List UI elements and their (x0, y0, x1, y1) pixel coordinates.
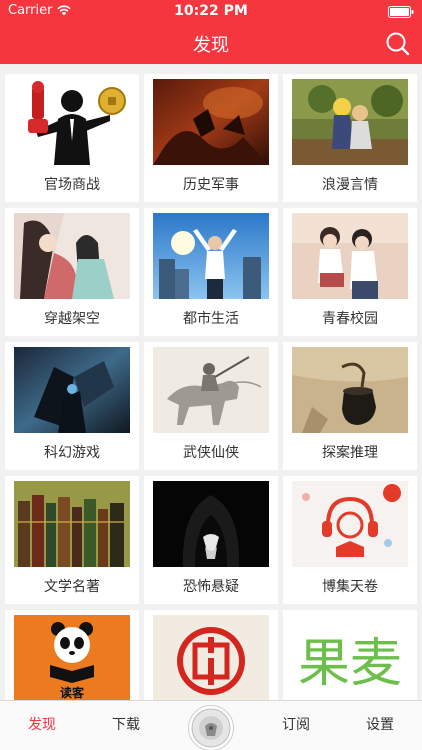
category-card-urban[interactable]: 都市生活 (144, 208, 278, 336)
category-cover (292, 481, 408, 567)
headphone-logo-image (292, 481, 408, 567)
category-card-detective[interactable]: 探案推理 (283, 342, 417, 470)
category-card-campus[interactable]: 青春校园 (283, 208, 417, 336)
category-cover: 果麦 (292, 615, 408, 700)
wuxia-horse-image (153, 347, 269, 433)
category-label: 浪漫言情 (322, 177, 378, 193)
page-title: 发现 (193, 35, 229, 56)
category-label: 博集天卷 (322, 579, 378, 595)
category-cover (153, 213, 269, 299)
tab-download[interactable]: 下载 (84, 701, 168, 750)
category-cover (292, 213, 408, 299)
category-cover (14, 481, 130, 567)
category-cover (153, 481, 269, 567)
category-label: 都市生活 (183, 311, 239, 327)
category-card-scifi[interactable]: 科幻游戏 (5, 342, 139, 470)
category-card-guomai[interactable]: 果麦 (283, 610, 417, 700)
category-cover (153, 347, 269, 433)
school-couple-image (292, 213, 408, 299)
search-button[interactable] (384, 30, 412, 58)
scifi-game-image (14, 347, 130, 433)
category-label: 历史军事 (183, 177, 239, 193)
tab-discover[interactable]: 发现 (0, 701, 84, 750)
tab-settings[interactable]: 设置 (338, 701, 422, 750)
category-label: 文学名著 (44, 579, 100, 595)
category-cover: 读客 (14, 615, 130, 700)
tab-subscribe[interactable]: 订阅 (254, 701, 338, 750)
category-card-citic[interactable] (144, 610, 278, 700)
category-cover (14, 347, 130, 433)
category-card-history[interactable]: 历史军事 (144, 74, 278, 202)
category-list[interactable]: 官场商战 历史军事 浪漫言情 穿越架空 都市生活 青春校园 科幻游戏 武侠仙侠 … (0, 64, 422, 700)
category-cover (153, 615, 269, 700)
app-root: Carrier 10:22 PM 发现 官场商战 历史军事 浪漫言情 穿越架空 … (0, 0, 422, 750)
now-playing-disc-icon (191, 708, 231, 748)
battle-painting-image (153, 79, 269, 165)
category-label: 恐怖悬疑 (183, 579, 239, 595)
category-label: 穿越架空 (44, 311, 100, 327)
search-icon (386, 32, 410, 56)
category-card-romance[interactable]: 浪漫言情 (283, 74, 417, 202)
category-card-wuxia[interactable]: 武侠仙侠 (144, 342, 278, 470)
category-label: 科幻游戏 (44, 445, 100, 461)
green-brand-logo-image: 果麦 (292, 615, 408, 700)
panda-reader-logo-image: 读客 (14, 615, 130, 700)
category-card-horror[interactable]: 恐怖悬疑 (144, 476, 278, 604)
hooded-figure-image (153, 481, 269, 567)
detective-pipe-image (292, 347, 408, 433)
category-label: 武侠仙侠 (183, 445, 239, 461)
category-card-timetravel[interactable]: 穿越架空 (5, 208, 139, 336)
category-grid: 官场商战 历史军事 浪漫言情 穿越架空 都市生活 青春校园 科幻游戏 武侠仙侠 … (0, 64, 422, 700)
category-card-officialdom[interactable]: 官场商战 (5, 74, 139, 202)
category-card-duke[interactable]: 读客 (5, 610, 139, 700)
green-logo-text: 果麦 (298, 634, 402, 694)
tab-bar: 发现 下载 订阅 设置 (0, 700, 422, 750)
battery-icon (388, 6, 414, 18)
category-cover (14, 79, 130, 165)
anime-couple-image (292, 79, 408, 165)
category-cover (292, 79, 408, 165)
status-time: 10:22 PM (174, 3, 248, 19)
category-card-classics[interactable]: 文学名著 (5, 476, 139, 604)
category-cover (14, 213, 130, 299)
businessman-coins-image (14, 79, 130, 165)
books-image (14, 481, 130, 567)
panda-logo-text: 读客 (60, 685, 85, 700)
category-label: 青春校园 (322, 311, 378, 327)
ancient-couple-image (14, 213, 130, 299)
category-cover (292, 347, 408, 433)
category-label: 官场商战 (44, 177, 100, 193)
now-playing-button[interactable] (188, 705, 234, 750)
status-bar: Carrier 10:22 PM (0, 0, 422, 22)
category-card-bojitianjuan[interactable]: 博集天卷 (283, 476, 417, 604)
city-man-image (153, 213, 269, 299)
header: Carrier 10:22 PM 发现 (0, 0, 422, 64)
red-seal-logo-image (153, 615, 269, 700)
category-cover (153, 79, 269, 165)
category-label: 探案推理 (322, 445, 378, 461)
